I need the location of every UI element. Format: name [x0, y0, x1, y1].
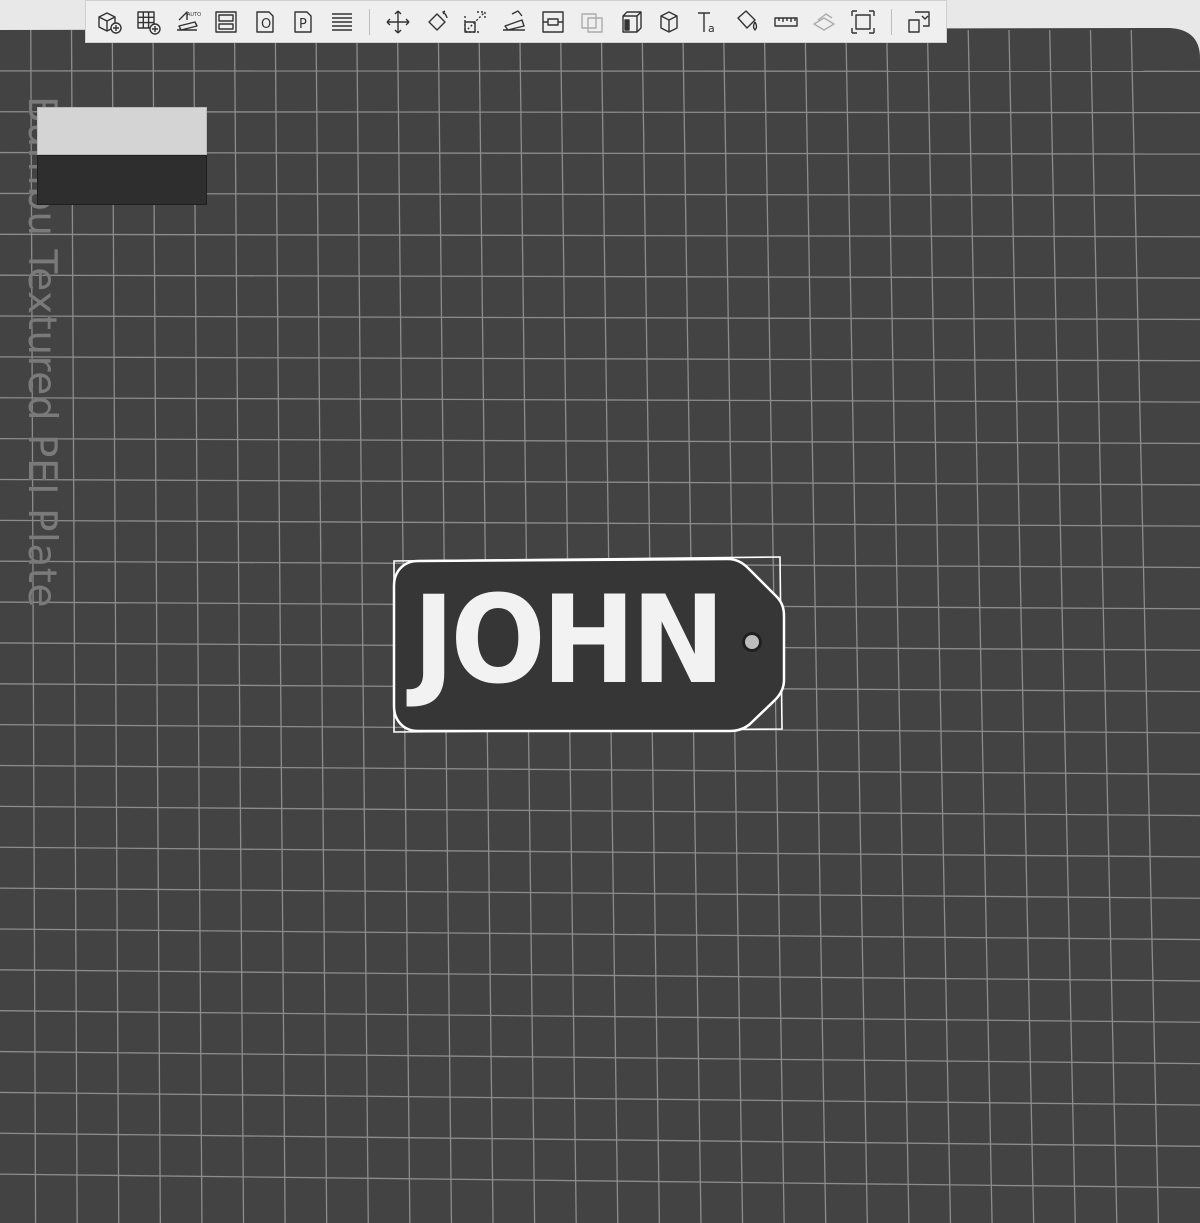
grid-plus-icon	[137, 10, 161, 35]
boolean-icon	[581, 12, 603, 33]
add-object-button[interactable]	[92, 5, 126, 39]
assemble-icon	[813, 12, 836, 31]
color-painting-button[interactable]	[730, 5, 764, 39]
auto-orient-button[interactable]: AUTO	[170, 5, 204, 39]
layers-icon	[332, 12, 353, 31]
text-shape-button[interactable]: a	[691, 5, 725, 39]
rotate-icon	[427, 9, 448, 31]
cut-button[interactable]	[536, 5, 570, 39]
measure-button[interactable]	[769, 5, 803, 39]
scale-button[interactable]	[458, 5, 492, 39]
view-switch-icon	[908, 10, 930, 33]
cube-plus-icon	[98, 11, 123, 34]
ruler-icon	[773, 16, 798, 27]
cut-icon	[542, 10, 564, 33]
filament-color-swatch	[37, 107, 207, 205]
lay-on-face-icon	[503, 9, 526, 31]
rotate-button[interactable]	[420, 5, 454, 39]
support-paint-icon	[621, 10, 642, 33]
support-painting-button[interactable]	[614, 5, 648, 39]
view-switch-button[interactable]	[902, 5, 936, 39]
svg-text:a: a	[708, 22, 715, 35]
3d-viewport[interactable]: Bambu Textured PEI Plate JOHN AUTO O Pa	[0, 0, 1200, 1223]
filament-swatch-top	[37, 107, 207, 155]
mesh-boolean-button[interactable]	[575, 5, 609, 39]
seam-paint-icon	[660, 10, 679, 33]
move-icon	[386, 10, 410, 33]
lay-on-face-button[interactable]	[497, 5, 531, 39]
fit-view-icon	[851, 9, 875, 34]
fit-view-button[interactable]	[846, 5, 880, 39]
split-objects-button[interactable]: O	[248, 5, 282, 39]
arrange-icon	[215, 10, 237, 33]
svg-text:AUTO: AUTO	[187, 12, 201, 18]
layers-editing-button[interactable]	[325, 5, 359, 39]
keychain-object[interactable]: JOHN	[390, 556, 786, 734]
filament-swatch-bottom	[37, 155, 207, 205]
arrange-button[interactable]	[209, 5, 243, 39]
paint-bucket-icon	[737, 9, 758, 31]
svg-text:O: O	[261, 17, 271, 32]
text-icon: a	[698, 11, 715, 35]
assemble-button[interactable]	[807, 5, 841, 39]
toolbar-separator	[369, 8, 371, 35]
split-parts-icon: P	[294, 10, 312, 33]
seam-painting-button[interactable]	[652, 5, 686, 39]
main-toolbar: AUTO O Pa	[85, 0, 947, 43]
move-button[interactable]	[381, 5, 415, 39]
add-plate-button[interactable]	[131, 5, 165, 39]
auto-orient-icon: AUTO	[176, 10, 201, 31]
split-parts-button[interactable]: P	[286, 5, 320, 39]
toolbar-separator	[890, 8, 892, 35]
split-objects-icon: O	[255, 10, 274, 33]
keychain-text: JOHN	[412, 570, 725, 712]
scale-icon	[464, 10, 487, 33]
keychain-hole	[742, 632, 762, 652]
svg-text:P: P	[299, 17, 307, 32]
